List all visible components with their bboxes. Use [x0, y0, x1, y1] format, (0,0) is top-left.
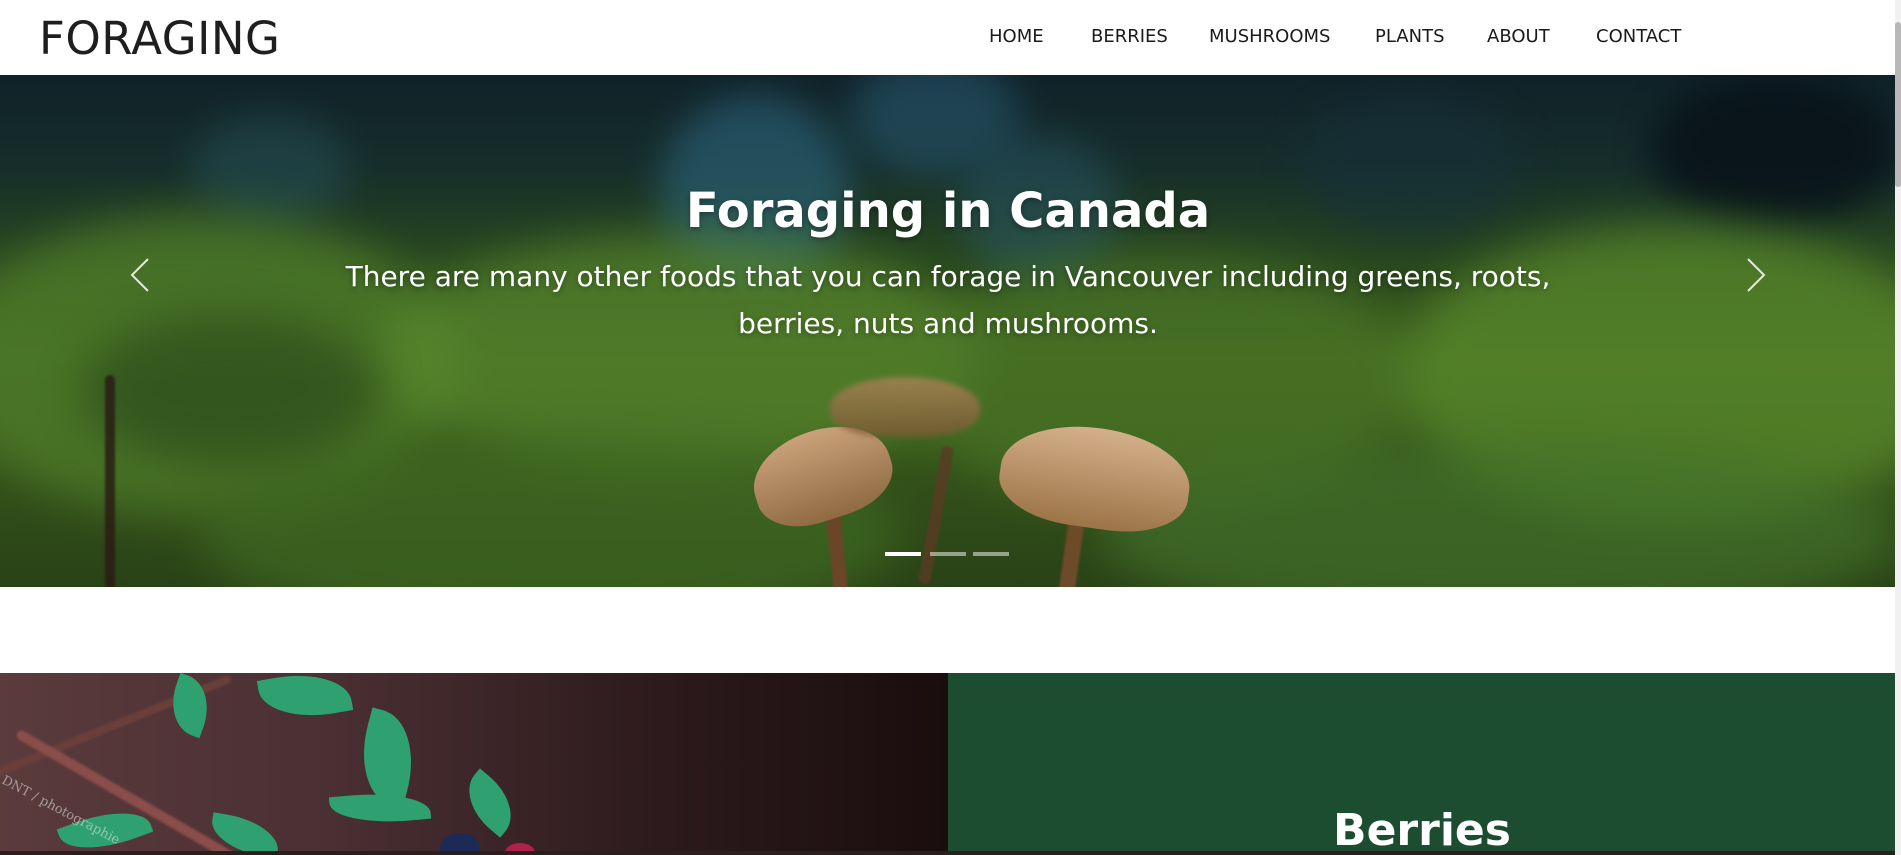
nav-berries[interactable]: BERRIES — [1091, 26, 1168, 47]
nav-mushrooms[interactable]: MUSHROOMS — [1209, 26, 1330, 47]
page-scrollbar[interactable] — [1895, 0, 1901, 855]
nav-contact[interactable]: CONTACT — [1596, 26, 1681, 47]
berries-heading: Berries — [1333, 805, 1511, 855]
berries-image: DNT / photographie — [0, 673, 948, 855]
scrollbar-thumb[interactable] — [1895, 22, 1901, 187]
hero-text: There are many other foods that you can … — [345, 260, 1551, 340]
page-bottom-edge — [0, 851, 1896, 855]
carousel-indicator-3[interactable] — [973, 552, 1009, 556]
berries-panel: Berries — [948, 673, 1896, 855]
hero-title: Foraging in Canada — [685, 183, 1211, 239]
chevron-left-icon — [130, 258, 149, 292]
carousel-next-button[interactable] — [1724, 245, 1784, 305]
carousel-prev-button[interactable] — [112, 245, 172, 305]
site-logo[interactable]: FORAGING — [39, 12, 280, 65]
nav-home[interactable]: HOME — [989, 26, 1044, 47]
hero-caption: Foraging in Canada There are many other … — [0, 183, 1896, 347]
hero-carousel: Foraging in Canada There are many other … — [0, 75, 1896, 587]
carousel-indicator-1[interactable] — [885, 552, 921, 556]
carousel-indicator-2[interactable] — [930, 552, 966, 556]
nav-plants[interactable]: PLANTS — [1375, 26, 1445, 47]
site-header: FORAGING HOME BERRIES MUSHROOMS PLANTS A… — [0, 0, 1896, 75]
chevron-right-icon — [1747, 258, 1766, 292]
feature-berries: DNT / photographie Berries — [0, 673, 1896, 855]
nav-about[interactable]: ABOUT — [1487, 26, 1550, 47]
